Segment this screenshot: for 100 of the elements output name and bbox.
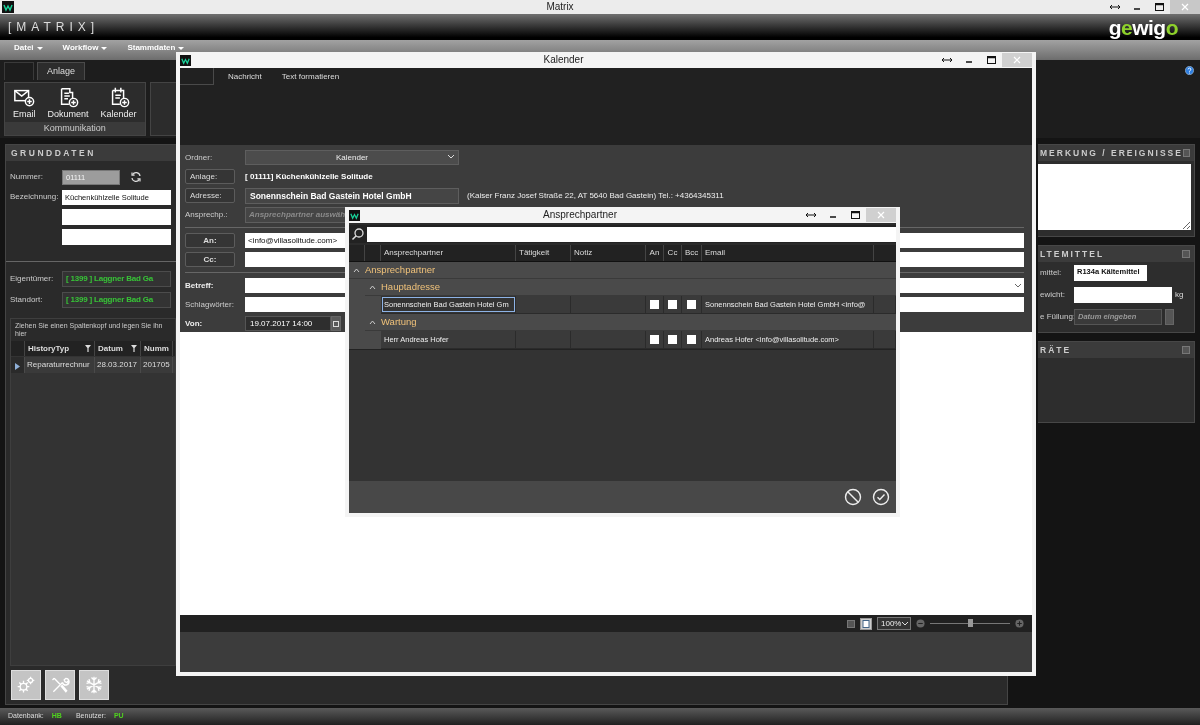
checkbox[interactable] — [650, 335, 659, 344]
ribbon-group-label: Kommunikation — [5, 122, 145, 135]
filter-icon[interactable] — [131, 345, 137, 353]
ribbon-tab[interactable]: Text formatieren — [275, 68, 346, 85]
view-toggle[interactable] — [847, 619, 855, 628]
calendar-icon — [333, 320, 339, 327]
field-label: Schlagwörter: — [185, 299, 235, 310]
maximize-icon — [986, 56, 996, 64]
lookup-field[interactable]: [ 1399 ] Laggner Bad Ga — [62, 291, 171, 308]
column-header[interactable]: Ansprechpartner — [381, 245, 516, 261]
column-header[interactable]: Numm — [141, 341, 173, 357]
column-header[interactable]: HistoryTyp — [25, 341, 95, 357]
lookup-field[interactable]: [ 1399 ] Laggner Bad Ga — [62, 270, 171, 287]
text-field[interactable] — [62, 229, 171, 246]
checkbox[interactable] — [687, 335, 696, 344]
ribbon-tab[interactable]: Anlage — [37, 62, 86, 80]
table-cell: Reparaturrechnur — [25, 357, 95, 374]
refresh-icon[interactable] — [130, 171, 142, 184]
field-button[interactable]: An: — [185, 233, 235, 248]
filter-icon[interactable] — [85, 345, 91, 353]
notes-field[interactable] — [1038, 164, 1191, 231]
checkbox[interactable] — [668, 300, 677, 309]
group-label: Hauptadresse — [381, 281, 441, 293]
address-field[interactable]: Sonennschein Bad Gastein Hotel GmbH — [245, 187, 459, 204]
app-icon — [349, 209, 360, 221]
unit-label: kg — [1175, 290, 1184, 300]
help-icon[interactable] — [1185, 66, 1194, 75]
search-icon — [349, 227, 367, 241]
text-field[interactable] — [62, 209, 171, 226]
collapse-toggle[interactable] — [353, 267, 360, 273]
cancel-button[interactable] — [844, 488, 862, 506]
close-icon — [1013, 56, 1021, 64]
search-field[interactable] — [367, 226, 896, 242]
column-header[interactable]: Cc — [664, 245, 682, 261]
collapse-toggle[interactable] — [1182, 250, 1190, 259]
folder-dropdown[interactable]: Kalender — [245, 150, 459, 165]
resize-icon — [1110, 4, 1120, 10]
ribbon-button[interactable]: Dokument — [43, 83, 93, 120]
table-cell: 201705 — [141, 357, 173, 374]
field-label: Betreff: — [185, 280, 215, 291]
panel-title: RÄTE — [1040, 345, 1072, 356]
zoom-in-button[interactable] — [1015, 619, 1024, 628]
field-label: Von: — [185, 318, 204, 329]
date-field[interactable]: 19.07.2017 14:00 — [245, 316, 331, 331]
resize-icon — [942, 57, 952, 63]
caret-icon — [101, 46, 108, 50]
field-label: Standort: — [10, 294, 44, 305]
ribbon-button[interactable]: Kalender — [96, 83, 141, 120]
gears-icon — [16, 675, 36, 695]
collapse-toggle[interactable] — [1182, 149, 1190, 158]
caret-icon — [36, 46, 43, 50]
close-icon — [877, 211, 885, 219]
brand-logo: gewigo — [1108, 16, 1178, 38]
slider-thumb[interactable] — [968, 619, 973, 627]
group-label: Ansprechpartner — [365, 264, 436, 276]
field-label: Ordner: — [185, 152, 214, 163]
field-label: ewicht: — [1040, 290, 1066, 300]
calendar-button[interactable] — [331, 316, 341, 331]
collapse-toggle[interactable] — [369, 284, 376, 290]
ribbon-button[interactable]: Email — [9, 83, 40, 120]
table-cell: 28.03.2017 — [95, 357, 141, 374]
zoom-dropdown[interactable]: 100% — [877, 617, 911, 630]
date-button[interactable] — [1165, 309, 1174, 326]
field-label: mittel: — [1040, 268, 1063, 278]
collapse-toggle[interactable] — [1182, 346, 1190, 355]
collapse-toggle[interactable] — [369, 319, 376, 325]
address-detail: (Kaiser Franz Josef Straße 22, AT 5640 Bad Gastein) Tel.: +4364345311 — [467, 190, 724, 201]
page-view-icon[interactable] — [860, 617, 872, 630]
maximize-icon — [850, 211, 860, 219]
chevron-icon — [448, 155, 454, 159]
window-title: Kalender — [542, 54, 585, 66]
checkbox[interactable] — [687, 300, 696, 309]
field-button[interactable]: Cc: — [185, 252, 235, 267]
checkbox[interactable] — [668, 335, 677, 344]
number-field[interactable] — [1074, 287, 1172, 304]
checkbox[interactable] — [650, 300, 659, 309]
app-icon — [180, 54, 191, 66]
ribbon-tab[interactable]: Nachricht — [222, 68, 268, 85]
column-header[interactable]: Tätigkeit — [516, 245, 571, 261]
column-header[interactable]: Bcc — [682, 245, 702, 261]
snowflake-icon — [84, 675, 104, 695]
close-icon — [1181, 3, 1189, 11]
column-header[interactable]: An — [646, 245, 664, 261]
window-title: Matrix — [545, 1, 575, 13]
field-button[interactable]: Anlage: — [185, 169, 235, 184]
field-value: [ 01111] Küchenkühlzelle Solitude — [245, 171, 373, 182]
field-button[interactable]: Adresse: — [185, 188, 235, 203]
app-logo: [MATRIX] — [8, 19, 100, 35]
resize-icon — [806, 212, 816, 218]
window-title: Ansprechpartner — [542, 209, 618, 221]
column-header[interactable]: Email — [702, 245, 874, 261]
column-header[interactable]: Datum — [95, 341, 141, 357]
app-icon — [2, 1, 14, 13]
confirm-button[interactable] — [872, 488, 890, 506]
field-label: Nummer: — [10, 172, 44, 182]
maximize-icon — [1154, 3, 1164, 11]
tools-icon — [50, 675, 70, 695]
zoom-out-button[interactable] — [916, 619, 925, 628]
column-header[interactable]: Notiz — [571, 245, 646, 261]
field-label: Ansprechp.: — [185, 209, 229, 220]
